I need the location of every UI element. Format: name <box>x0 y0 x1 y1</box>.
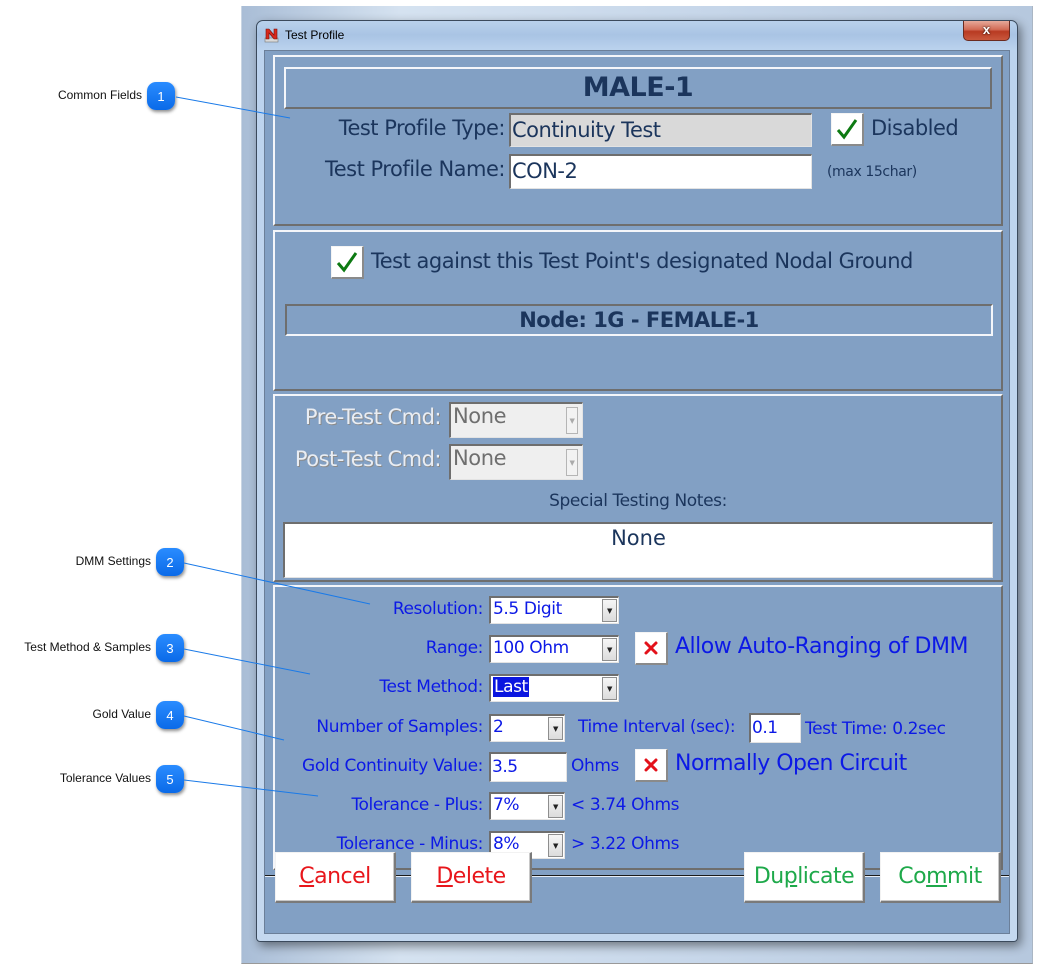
duplicate-label-pre: Du <box>753 864 784 889</box>
nodal-ground-checkbox[interactable] <box>331 246 364 279</box>
callout-badge-2: 2 <box>156 548 184 576</box>
close-icon: x <box>982 22 991 37</box>
dropdown-arrow-icon: ▼ <box>566 449 578 476</box>
nodal-ground-panel: Test against this Test Point's designate… <box>273 230 1003 391</box>
node-display: Node: 1G - FEMALE-1 <box>285 304 993 336</box>
profile-type-field: Continuity Test <box>509 113 812 147</box>
nodal-ground-label: Test against this Test Point's designate… <box>371 249 913 273</box>
app-n-icon <box>264 28 279 43</box>
post-test-cmd-label: Post-Test Cmd: <box>294 447 442 471</box>
dropdown-arrow-icon: ▼ <box>602 638 617 661</box>
tol-minus-result: > 3.22 Ohms <box>571 834 680 854</box>
interval-input[interactable]: 0.1 <box>749 713 801 743</box>
disabled-label: Disabled <box>871 116 959 140</box>
checkmark-icon <box>336 252 358 273</box>
test-method-select[interactable]: Last ▼ <box>489 674 619 702</box>
test-time-readout: Test Time: 0.2sec <box>805 719 946 739</box>
callout-badge-3: 3 <box>156 634 184 662</box>
callout-label-tolerance: Tolerance Values <box>59 771 151 785</box>
delete-accelerator: D <box>436 864 453 889</box>
autorange-label: Allow Auto-Ranging of DMM <box>675 634 968 659</box>
profile-name-input[interactable]: CON-2 <box>509 154 812 189</box>
commit-label-pre: Co <box>898 864 927 889</box>
open-circuit-label: Normally Open Circuit <box>675 751 907 776</box>
duplicate-button[interactable]: Duplicate <box>744 852 865 903</box>
duplicate-label-post: licate <box>797 864 855 889</box>
tol-minus-label: Tolerance - Minus: <box>336 834 484 854</box>
autorange-checkbox[interactable] <box>635 632 668 665</box>
dmm-settings-panel: Resolution: 5.5 Digit ▼ Range: 100 Ohm ▼… <box>273 585 1003 870</box>
checkmark-icon <box>836 119 858 140</box>
samples-value: 2 <box>493 717 504 737</box>
dropdown-arrow-icon: ▼ <box>566 407 578 434</box>
tol-minus-value: 8% <box>493 834 520 854</box>
close-button[interactable]: x <box>963 21 1010 41</box>
post-test-cmd-select[interactable]: None ▼ <box>449 444 583 480</box>
range-value: 100 Ohm <box>493 638 569 658</box>
test-method-value: Last <box>493 677 529 697</box>
interval-label: Time Interval (sec): <box>578 717 736 737</box>
samples-select[interactable]: 2 ▼ <box>489 714 565 742</box>
cancel-label-post: ancel <box>314 864 371 889</box>
tol-plus-select[interactable]: 7% ▼ <box>489 792 565 820</box>
callout-label-dmm-settings: DMM Settings <box>75 554 151 568</box>
dropdown-arrow-icon: ▼ <box>602 599 617 622</box>
range-select[interactable]: 100 Ohm ▼ <box>489 635 619 663</box>
samples-label: Number of Samples: <box>316 717 483 737</box>
pre-test-cmd-label: Pre-Test Cmd: <box>304 405 442 429</box>
tol-plus-label: Tolerance - Plus: <box>351 795 483 815</box>
dropdown-arrow-icon: ▼ <box>548 834 563 857</box>
callout-badge-4: 4 <box>156 701 184 729</box>
commit-label-post: mit <box>947 864 982 889</box>
callout-label-common-fields: Common Fields <box>57 88 142 102</box>
selected-text: Last <box>493 677 529 697</box>
test-method-label: Test Method: <box>379 677 483 697</box>
tol-plus-result: < 3.74 Ohms <box>571 795 680 815</box>
name-max-hint: (max 15char) <box>827 164 917 180</box>
common-fields-panel: MALE-1 Test Profile Type: Continuity Tes… <box>273 55 1003 226</box>
profile-type-label: Test Profile Type: <box>338 116 506 140</box>
commit-button[interactable]: Commit <box>880 852 1001 903</box>
test-point-header: MALE-1 <box>284 67 992 109</box>
pre-test-cmd-select[interactable]: None ▼ <box>449 402 583 438</box>
client-area: MALE-1 Test Profile Type: Continuity Tes… <box>264 50 1010 934</box>
x-mark-icon <box>644 641 658 655</box>
resolution-label: Resolution: <box>392 599 484 619</box>
commit-accelerator: m <box>926 864 948 889</box>
window-title: Test Profile <box>285 28 345 42</box>
delete-label-post: elete <box>452 864 506 889</box>
title-bar[interactable]: Test Profile x <box>257 21 1017 49</box>
post-test-cmd-value: None <box>453 446 507 470</box>
range-label: Range: <box>425 638 484 658</box>
x-mark-icon <box>644 758 658 772</box>
tol-plus-value: 7% <box>493 795 520 815</box>
profile-name-label: Test Profile Name: <box>324 157 506 181</box>
delete-button[interactable]: Delete <box>411 852 532 903</box>
gold-value-input[interactable]: 3.5 <box>489 752 567 782</box>
callout-label-test-method: Test Method & Samples <box>24 640 151 654</box>
callout-badge-1: 1 <box>147 82 175 110</box>
test-profile-window: Test Profile x MALE-1 Test Profile Type:… <box>256 20 1018 942</box>
cancel-accelerator: C <box>299 864 315 889</box>
notes-textarea[interactable]: None <box>283 522 993 578</box>
dropdown-arrow-icon: ▼ <box>548 717 563 740</box>
commands-panel: Pre-Test Cmd: None ▼ Post-Test Cmd: None… <box>273 394 1003 582</box>
open-circuit-checkbox[interactable] <box>635 749 668 782</box>
callout-label-gold-value: Gold Value <box>92 707 151 721</box>
resolution-select[interactable]: 5.5 Digit ▼ <box>489 596 619 624</box>
callout-badge-5: 5 <box>156 765 184 793</box>
dropdown-arrow-icon: ▼ <box>602 677 617 700</box>
gold-unit-label: Ohms <box>571 756 619 776</box>
notes-label: Special Testing Notes: <box>549 491 727 511</box>
gold-value-label: Gold Continuity Value: <box>302 756 483 776</box>
dropdown-arrow-icon: ▼ <box>548 795 563 818</box>
resolution-value: 5.5 Digit <box>493 599 562 619</box>
cancel-button[interactable]: Cancel <box>275 852 396 903</box>
disabled-checkbox[interactable] <box>831 113 864 146</box>
pre-test-cmd-value: None <box>453 404 507 428</box>
duplicate-accelerator: p <box>783 864 798 889</box>
